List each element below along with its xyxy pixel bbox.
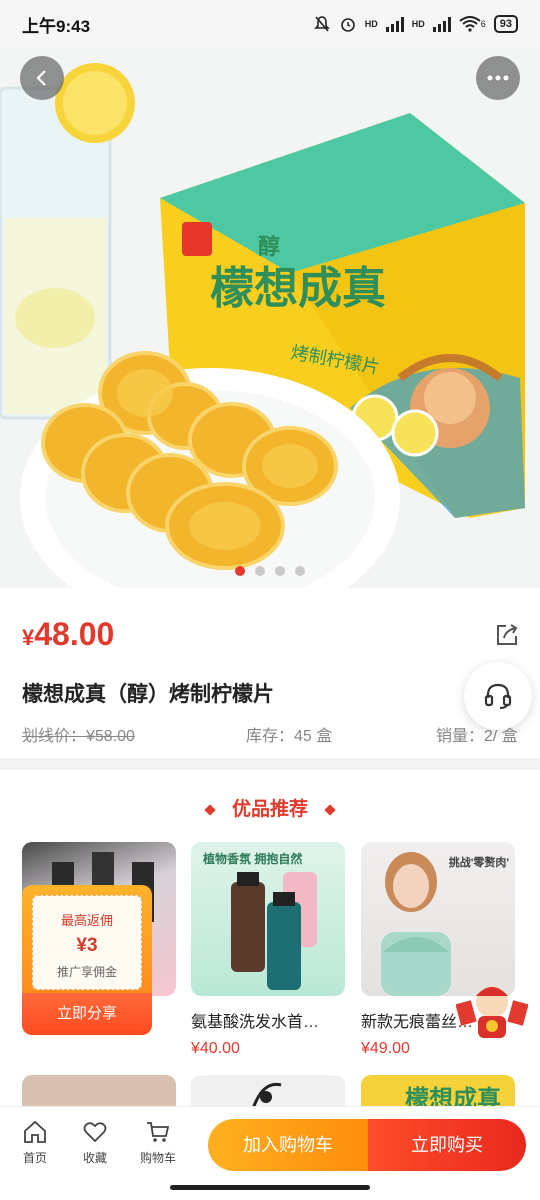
back-button[interactable] bbox=[20, 56, 64, 100]
home-icon bbox=[24, 1120, 46, 1143]
product-photo: 檬想成真 醇 烤制柠檬片 bbox=[0, 48, 540, 588]
nav-cart-label: 购物车 bbox=[139, 1151, 176, 1165]
original-price: 划线价：¥58.00 bbox=[22, 728, 135, 745]
share-now-button[interactable]: 立即分享 bbox=[22, 993, 152, 1035]
more-button[interactable] bbox=[476, 56, 520, 100]
home-indicator bbox=[170, 1185, 370, 1190]
share-button[interactable] bbox=[494, 622, 520, 653]
status-time: 上午9:43 bbox=[22, 16, 91, 36]
recommend-title: 优品推荐 bbox=[0, 794, 540, 821]
carousel-dot[interactable] bbox=[295, 566, 305, 576]
commission-note: 推广享佣金 bbox=[56, 965, 117, 979]
card-image: 挑战'零赘肉' bbox=[361, 842, 515, 996]
network-hd-2: HD bbox=[411, 19, 425, 29]
signal-icon-2 bbox=[432, 16, 451, 32]
card-name: 氨基酸洗发水首… bbox=[191, 1014, 320, 1031]
recommend-title-text: 优品推荐 bbox=[231, 799, 308, 820]
carousel-dot[interactable] bbox=[275, 566, 285, 576]
nav-home-label: 首页 bbox=[22, 1151, 47, 1165]
mute-icon bbox=[313, 16, 330, 32]
nav-home[interactable]: 首页 bbox=[10, 1119, 60, 1166]
currency-symbol: ¥ bbox=[22, 625, 35, 650]
headset-icon bbox=[484, 683, 512, 709]
card-price: ¥40.00 bbox=[191, 1040, 240, 1057]
card-price: ¥49.00 bbox=[361, 1040, 410, 1057]
alarm-icon bbox=[340, 18, 355, 32]
heart-icon bbox=[83, 1122, 107, 1143]
carousel-indicator bbox=[0, 566, 540, 576]
carousel-dot[interactable] bbox=[255, 566, 265, 576]
diamond-icon bbox=[204, 804, 216, 816]
commission-popup: 最高返佣 ¥3 推广享佣金 立即分享 bbox=[22, 885, 152, 1035]
diamond-icon bbox=[324, 804, 336, 816]
wifi-icon bbox=[459, 16, 481, 32]
cart-icon bbox=[147, 1122, 170, 1142]
box-title: 檬想成真 bbox=[210, 263, 386, 314]
product-image-carousel[interactable]: 檬想成真 醇 烤制柠檬片 bbox=[0, 48, 540, 588]
signal-icon-1 bbox=[385, 16, 404, 32]
commission-title: 最高返佣 bbox=[60, 913, 113, 928]
stock-count: 库存：45 盒 bbox=[246, 728, 333, 745]
more-icon bbox=[487, 75, 509, 81]
price-value: 48.00 bbox=[34, 616, 115, 652]
commission-amount: ¥3 bbox=[76, 935, 98, 956]
nav-favorite[interactable]: 收藏 bbox=[70, 1119, 120, 1166]
nav-favorite-label: 收藏 bbox=[82, 1151, 107, 1165]
carousel-dot[interactable] bbox=[235, 566, 245, 576]
box-badge: 醇 bbox=[258, 234, 280, 260]
back-icon bbox=[36, 70, 46, 86]
customer-service-button[interactable] bbox=[464, 662, 532, 730]
status-icons: HD HD 6 93 bbox=[313, 15, 518, 33]
battery-icon: 93 bbox=[493, 15, 518, 33]
product-card[interactable]: 植物香氛 拥抱自然 氨基酸洗发水首… ¥40.00 bbox=[191, 842, 345, 1058]
network-hd-1: HD bbox=[364, 19, 378, 29]
add-to-cart-button[interactable]: 加入购物车 bbox=[208, 1119, 368, 1171]
nav-cart[interactable]: 购物车 bbox=[133, 1119, 183, 1166]
card-image: 植物香氛 拥抱自然 bbox=[191, 842, 345, 996]
status-bar: 上午9:43 HD HD 6 93 bbox=[0, 0, 540, 48]
commission-card: 最高返佣 ¥3 推广享佣金 bbox=[32, 895, 142, 990]
wifi-gen: 6 bbox=[480, 19, 486, 29]
buy-now-button[interactable]: 立即购买 bbox=[368, 1119, 526, 1171]
product-title: 檬想成真（醇）烤制柠檬片 bbox=[22, 683, 274, 706]
mascot-icon[interactable] bbox=[455, 980, 529, 1040]
product-price: ¥48.00 bbox=[22, 616, 114, 653]
product-info: ¥48.00 檬想成真（醇）烤制柠檬片 划线价：¥58.00 库存：45 盒 销… bbox=[0, 588, 540, 758]
share-icon bbox=[497, 624, 518, 645]
